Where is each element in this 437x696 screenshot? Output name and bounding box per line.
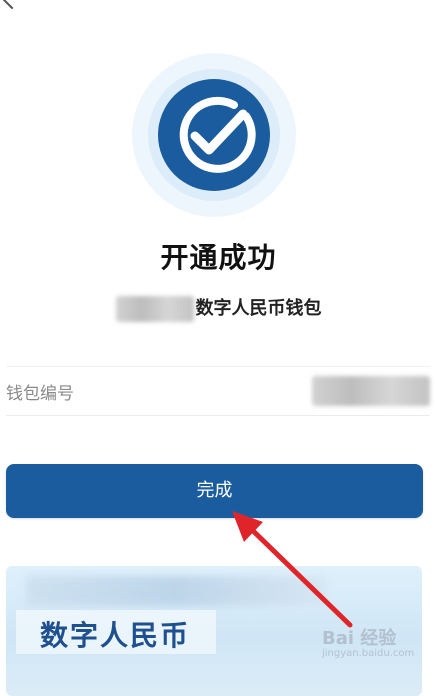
promo-background-texture — [26, 576, 326, 606]
redacted-bank-name — [115, 296, 194, 322]
wallet-number-row: 钱包编号 — [6, 366, 430, 416]
done-button[interactable]: 完成 — [6, 464, 423, 518]
page-title: 开通成功 — [160, 241, 277, 274]
redacted-wallet-number — [312, 376, 430, 406]
watermark-sub: jingyan.baidu.com — [322, 648, 415, 659]
baidu-jingyan-watermark: Bai 经验 jingyan.baidu.com — [318, 624, 433, 664]
promo-title: 数字人民币 — [40, 619, 191, 652]
wallet-number-label: 钱包编号 — [6, 384, 74, 404]
wallet-name-row: 数字人民币钱包 — [0, 294, 437, 322]
watermark-main: Bai 经验 — [322, 628, 397, 649]
wallet-name-suffix: 数字人民币钱包 — [195, 298, 322, 319]
back-chevron-icon[interactable] — [0, 0, 24, 10]
success-check-badge-icon — [132, 53, 296, 217]
